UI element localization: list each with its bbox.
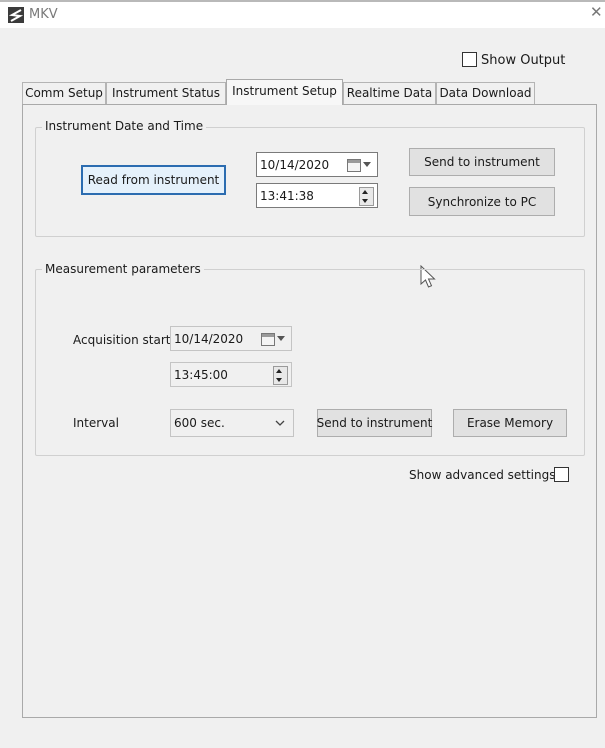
interval-value: 600 sec. <box>174 416 225 430</box>
spin-down-icon[interactable] <box>276 378 282 382</box>
spin-down-icon[interactable] <box>362 199 368 203</box>
interval-label: Interval <box>73 416 119 430</box>
instrument-time-field[interactable]: 13:41:38 <box>256 183 378 208</box>
spin-up-icon[interactable] <box>362 190 368 194</box>
close-icon[interactable]: ✕ <box>590 5 603 20</box>
synchronize-to-pc-button[interactable]: Synchronize to PC <box>409 187 555 216</box>
time-spinner[interactable] <box>359 187 374 206</box>
acquisition-start-label: Acquisition start <box>73 333 171 347</box>
time-spinner[interactable] <box>273 366 288 385</box>
datetime-group-title: Instrument Date and Time <box>42 119 207 133</box>
measurement-group-title: Measurement parameters <box>42 262 204 276</box>
title-bar: MKV ✕ <box>0 0 605 28</box>
calendar-icon[interactable] <box>347 159 361 172</box>
dropdown-arrow-icon[interactable] <box>277 336 285 341</box>
spin-up-icon[interactable] <box>276 369 282 373</box>
show-advanced-settings-checkbox[interactable] <box>554 467 569 482</box>
tab-realtime-data[interactable]: Realtime Data <box>343 82 436 104</box>
chevron-down-icon[interactable] <box>275 420 285 427</box>
calendar-icon[interactable] <box>261 333 275 346</box>
show-output-checkbox[interactable] <box>462 52 477 67</box>
show-advanced-settings-label: Show advanced settings <box>409 468 556 482</box>
send-time-to-instrument-button[interactable]: Send to instrument <box>409 148 555 176</box>
acquisition-time-field[interactable]: 13:45:00 <box>170 362 292 387</box>
instrument-time-value: 13:41:38 <box>260 188 314 203</box>
acquisition-date-value: 10/14/2020 <box>174 331 244 346</box>
show-output-label: Show Output <box>481 53 566 68</box>
send-params-to-instrument-button[interactable]: Send to instrument <box>317 409 432 437</box>
window-title: MKV <box>29 7 58 22</box>
instrument-date-value: 10/14/2020 <box>260 157 330 172</box>
erase-memory-button[interactable]: Erase Memory <box>453 409 567 437</box>
app-logo-icon <box>8 7 24 23</box>
read-from-instrument-button[interactable]: Read from instrument <box>81 165 226 195</box>
tab-instrument-setup[interactable]: Instrument Setup <box>226 79 343 105</box>
instrument-date-picker[interactable]: 10/14/2020 <box>256 152 378 177</box>
interval-select[interactable]: 600 sec. <box>170 409 294 437</box>
acquisition-date-picker[interactable]: 10/14/2020 <box>170 326 292 351</box>
tab-data-download[interactable]: Data Download <box>436 82 535 104</box>
acquisition-time-value: 13:45:00 <box>174 367 228 382</box>
tab-instrument-status[interactable]: Instrument Status <box>106 82 226 104</box>
dropdown-arrow-icon[interactable] <box>363 162 371 167</box>
tab-comm-setup[interactable]: Comm Setup <box>22 82 106 104</box>
